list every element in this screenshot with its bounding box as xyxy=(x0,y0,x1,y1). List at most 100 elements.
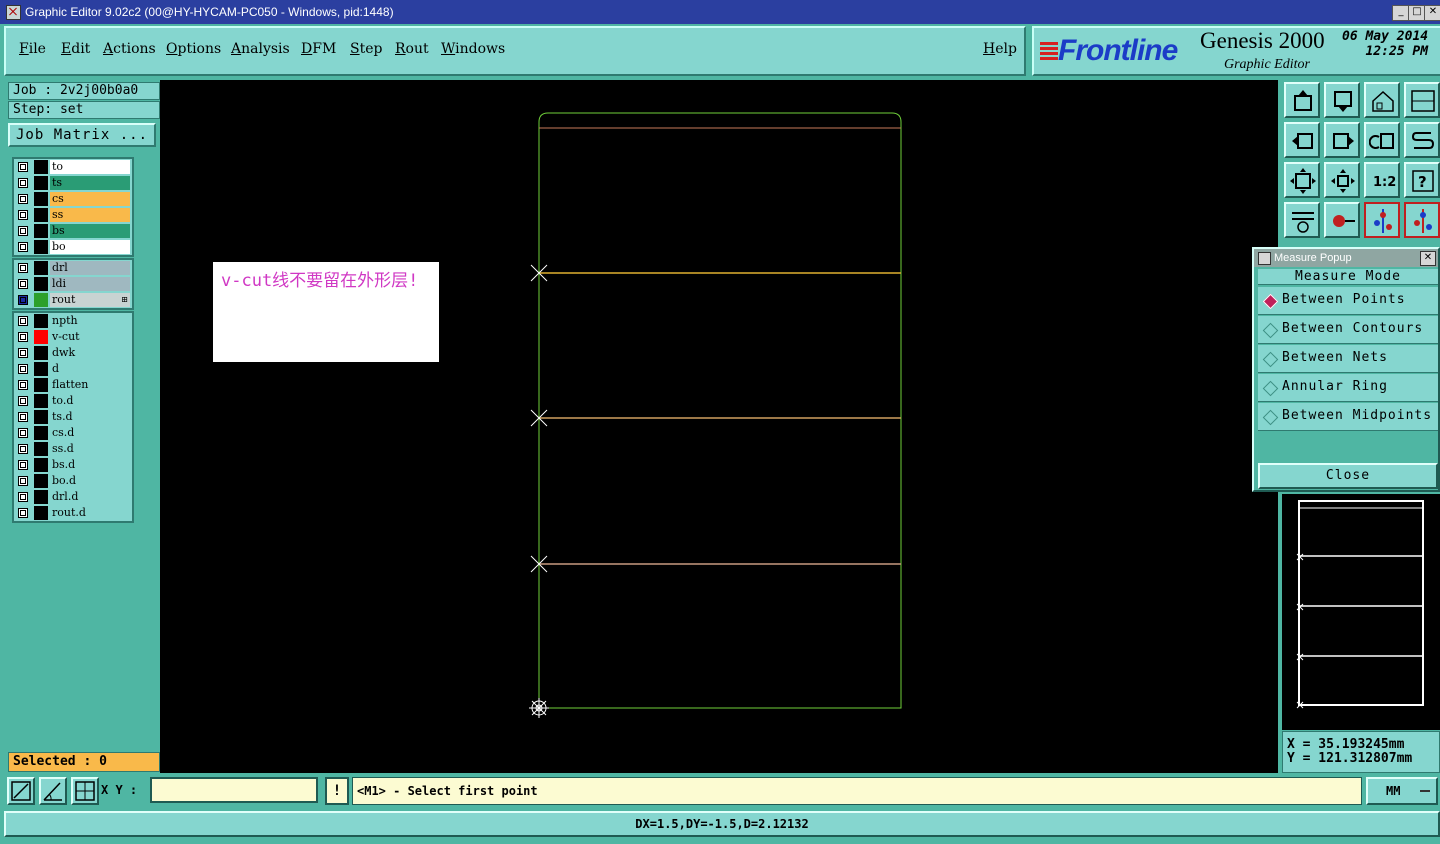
layer-checkbox[interactable] xyxy=(18,162,28,172)
layer-checkbox[interactable] xyxy=(18,444,28,454)
layer-color-swatch[interactable] xyxy=(34,293,48,307)
layer-row-to[interactable]: to xyxy=(14,159,132,175)
layer-color-swatch[interactable] xyxy=(34,394,48,408)
layer-row-bs.d[interactable]: bs.d xyxy=(14,457,132,473)
grid-icon[interactable] xyxy=(71,777,99,805)
layer-color-swatch[interactable] xyxy=(34,192,48,206)
layer-name[interactable]: drl xyxy=(50,261,130,275)
layer-row-drl[interactable]: drl xyxy=(14,260,132,276)
radio-diamond-icon[interactable] xyxy=(1262,351,1279,368)
layer-color-swatch[interactable] xyxy=(34,474,48,488)
overview-map[interactable] xyxy=(1282,494,1440,730)
layer-checkbox[interactable] xyxy=(18,316,28,326)
layer-checkbox[interactable] xyxy=(18,380,28,390)
layer-row-bs[interactable]: bs xyxy=(14,223,132,239)
zoom-home-icon[interactable] xyxy=(1284,82,1320,118)
menu-windows[interactable]: Windows xyxy=(441,41,505,57)
layer-color-swatch[interactable] xyxy=(34,160,48,174)
zoom-box-icon[interactable] xyxy=(7,777,35,805)
close-button[interactable]: Close xyxy=(1258,463,1438,489)
layer-name[interactable]: ss xyxy=(50,208,130,222)
zoom-one-to-two-icon[interactable]: 1:2 xyxy=(1364,162,1400,198)
menu-actions[interactable]: Actions xyxy=(103,41,156,57)
radio-diamond-icon[interactable] xyxy=(1262,409,1279,426)
layer-checkbox[interactable] xyxy=(18,332,28,342)
layer-color-swatch[interactable] xyxy=(34,490,48,504)
layer-row-d[interactable]: d xyxy=(14,361,132,377)
home-icon[interactable] xyxy=(1364,82,1400,118)
layer-row-ss.d[interactable]: ss.d xyxy=(14,441,132,457)
layer-checkbox[interactable] xyxy=(18,210,28,220)
layer-color-swatch[interactable] xyxy=(34,346,48,360)
layer-row-v-cut[interactable]: v-cut xyxy=(14,329,132,345)
measure-option-between-contours[interactable]: Between Contours xyxy=(1258,316,1438,344)
layer-name[interactable]: rout ⊞ xyxy=(50,293,130,307)
xy-input[interactable] xyxy=(150,777,318,803)
layer-name[interactable]: bo xyxy=(50,240,130,254)
menu-analysis[interactable]: Analysis xyxy=(231,41,290,57)
layer-checkbox[interactable] xyxy=(18,348,28,358)
radio-diamond-icon[interactable] xyxy=(1262,322,1279,339)
layer-color-swatch[interactable] xyxy=(34,208,48,222)
layer-checkbox[interactable] xyxy=(18,263,28,273)
layer-name[interactable]: npth xyxy=(50,314,130,328)
layer-row-bo[interactable]: bo xyxy=(14,239,132,255)
measure-angle-icon[interactable] xyxy=(39,777,67,805)
layer-checkbox[interactable] xyxy=(18,178,28,188)
layer-name[interactable]: bs.d xyxy=(50,458,130,472)
layer-checkbox[interactable] xyxy=(18,364,28,374)
layer-name[interactable]: drl.d xyxy=(50,490,130,504)
menu-step[interactable]: Step xyxy=(350,41,382,57)
menu-edit[interactable]: Edit xyxy=(61,41,90,57)
redraw-icon[interactable] xyxy=(1404,122,1440,158)
layer-row-cs[interactable]: cs xyxy=(14,191,132,207)
layer-name[interactable]: rout.d xyxy=(50,506,130,520)
popup-close-icon[interactable]: ✕ xyxy=(1420,251,1436,266)
layer-row-rout.d[interactable]: rout.d xyxy=(14,505,132,521)
layer-checkbox[interactable] xyxy=(18,428,28,438)
layer-checkbox[interactable] xyxy=(18,226,28,236)
help-icon[interactable]: ? xyxy=(1404,162,1440,198)
layer-color-swatch[interactable] xyxy=(34,240,48,254)
layer-name[interactable]: d xyxy=(50,362,130,376)
menu-help[interactable]: Help xyxy=(983,41,1017,57)
layer-color-swatch[interactable] xyxy=(34,426,48,440)
layer-checkbox[interactable] xyxy=(18,295,28,305)
layer-name[interactable]: ldi xyxy=(50,277,130,291)
layer-checkbox[interactable] xyxy=(18,242,28,252)
layer-name[interactable]: bo.d xyxy=(50,474,130,488)
layer-row-ts.d[interactable]: ts.d xyxy=(14,409,132,425)
layer-color-swatch[interactable] xyxy=(34,176,48,190)
layer-checkbox[interactable] xyxy=(18,412,28,422)
layer-color-swatch[interactable] xyxy=(34,362,48,376)
layer-name[interactable]: cs xyxy=(50,192,130,206)
layer-color-swatch[interactable] xyxy=(34,458,48,472)
layer-checkbox[interactable] xyxy=(18,492,28,502)
layer-color-swatch[interactable] xyxy=(34,410,48,424)
menu-dfm[interactable]: DFM xyxy=(301,41,336,57)
layers-select-icon[interactable] xyxy=(1404,202,1440,238)
layer-row-drl.d[interactable]: drl.d xyxy=(14,489,132,505)
settings-icon[interactable] xyxy=(1284,202,1320,238)
layer-checkbox[interactable] xyxy=(18,194,28,204)
radio-diamond-icon[interactable] xyxy=(1262,380,1279,397)
measure-option-annular-ring[interactable]: Annular Ring xyxy=(1258,374,1438,402)
layer-checkbox[interactable] xyxy=(18,508,28,518)
layer-color-swatch[interactable] xyxy=(34,442,48,456)
close-button[interactable]: ✕ xyxy=(1424,5,1440,21)
job-matrix-button[interactable]: Job Matrix ... xyxy=(8,123,156,147)
layer-name[interactable]: dwk xyxy=(50,346,130,360)
split-view-icon[interactable] xyxy=(1404,82,1440,118)
layer-row-npth[interactable]: npth xyxy=(14,313,132,329)
layer-name[interactable]: ts xyxy=(50,176,130,190)
layer-name[interactable]: to xyxy=(50,160,130,174)
layer-checkbox[interactable] xyxy=(18,460,28,470)
measure-option-between-nets[interactable]: Between Nets xyxy=(1258,345,1438,373)
zoom-extents-icon[interactable] xyxy=(1284,162,1320,198)
layer-checkbox[interactable] xyxy=(18,279,28,289)
radio-diamond-icon[interactable] xyxy=(1262,293,1279,310)
layer-color-swatch[interactable] xyxy=(34,506,48,520)
pan-right-icon[interactable] xyxy=(1324,122,1360,158)
layer-row-cs.d[interactable]: cs.d xyxy=(14,425,132,441)
pan-left-icon[interactable] xyxy=(1284,122,1320,158)
